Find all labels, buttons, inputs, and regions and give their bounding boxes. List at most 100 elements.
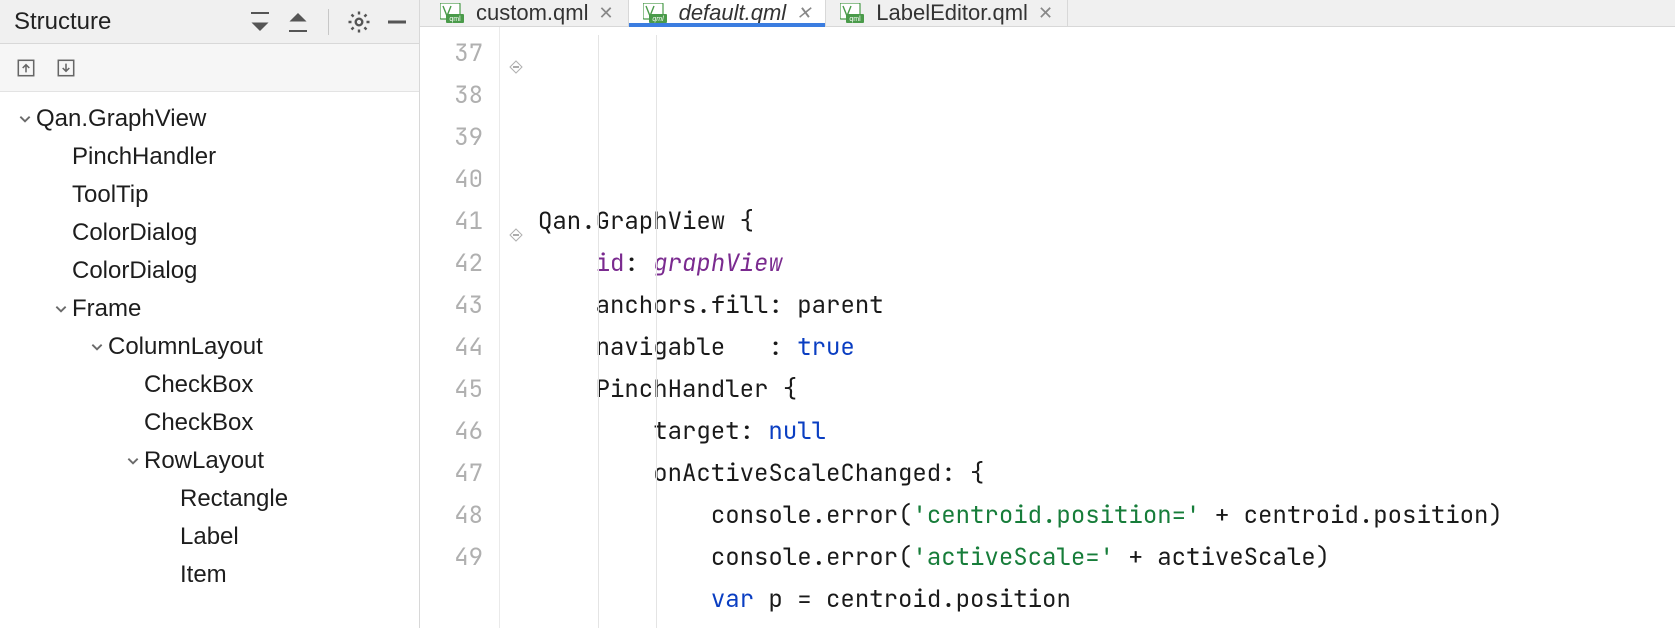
fold-open-icon[interactable]	[509, 46, 525, 62]
line-number: 38	[420, 75, 483, 117]
chevron-down-icon[interactable]	[122, 454, 144, 468]
fold-cell	[500, 495, 534, 537]
tree-item-label: RowLayout	[144, 447, 264, 475]
tree-item[interactable]: ColorDialog	[0, 214, 419, 252]
tree-item-label: Frame	[72, 295, 141, 323]
svg-text:qml: qml	[449, 16, 461, 23]
editor-tabbar: qml custom.qml ✕ qml default.qml ✕ qml LabelEdi…	[420, 0, 1675, 27]
structure-panel: Structure	[0, 0, 420, 628]
line-number: 44	[420, 327, 483, 369]
structure-header: Structure	[0, 0, 419, 44]
line-number: 42	[420, 243, 483, 285]
structure-tree[interactable]: Qan.GraphView PinchHandler ToolTip ColorDia…	[0, 92, 419, 628]
line-number: 43	[420, 285, 483, 327]
tree-item[interactable]: ToolTip	[0, 176, 419, 214]
chevron-down-icon[interactable]	[14, 112, 36, 126]
structure-subbar	[0, 44, 419, 92]
structure-title: Structure	[14, 8, 248, 36]
tree-item-label: Item	[180, 561, 227, 589]
tree-item-label: PinchHandler	[72, 143, 216, 171]
fold-cell[interactable]	[500, 33, 534, 75]
code-line[interactable]: Qan.GraphView {	[538, 201, 1675, 243]
qml-file-icon: qml	[840, 3, 866, 23]
minimize-icon[interactable]	[385, 10, 409, 34]
fold-cell	[500, 327, 534, 369]
tree-item[interactable]: CheckBox	[0, 366, 419, 404]
tree-item-label: Qan.GraphView	[36, 105, 206, 133]
editor-tab[interactable]: qml default.qml ✕	[629, 0, 827, 26]
fold-cell	[500, 411, 534, 453]
tree-item[interactable]: ColorDialog	[0, 252, 419, 290]
svg-text:qml: qml	[850, 16, 862, 23]
fold-column[interactable]	[500, 27, 534, 628]
tree-item[interactable]: Qan.GraphView	[0, 100, 419, 138]
code-line[interactable]: id: graphView	[538, 243, 1675, 285]
tree-item[interactable]: RowLayout	[0, 442, 419, 480]
code-line[interactable]: anchors.fill: parent	[538, 285, 1675, 327]
fold-cell	[500, 453, 534, 495]
fold-cell	[500, 537, 534, 579]
fold-cell[interactable]	[500, 201, 534, 243]
chevron-down-icon[interactable]	[86, 340, 108, 354]
tree-item[interactable]: ColumnLayout	[0, 328, 419, 366]
line-number: 48	[420, 495, 483, 537]
code-line[interactable]: onActiveScaleChanged: {	[538, 453, 1675, 495]
chevron-down-icon[interactable]	[50, 302, 72, 316]
structure-header-icons	[248, 9, 409, 35]
indent-guide	[656, 35, 657, 628]
line-number: 41	[420, 201, 483, 243]
collapse-bottom-icon[interactable]	[286, 10, 310, 34]
tree-item-label: ToolTip	[72, 181, 148, 209]
line-number: 47	[420, 453, 483, 495]
editor-area: qml custom.qml ✕ qml default.qml ✕ qml LabelEdi…	[420, 0, 1675, 628]
tree-item-label: Label	[180, 523, 239, 551]
editor-tab-label: default.qml	[679, 0, 787, 26]
svg-text:qml: qml	[652, 16, 664, 23]
qml-file-icon: qml	[643, 3, 669, 23]
tree-item-label: ColorDialog	[72, 257, 197, 285]
tree-item[interactable]: Item	[0, 556, 419, 594]
fold-cell	[500, 159, 534, 201]
scroll-to-source-icon[interactable]	[14, 56, 38, 80]
code-editor[interactable]: 37383940414243444546474849 Qan.GraphView…	[420, 27, 1675, 628]
fold-cell	[500, 117, 534, 159]
code-line[interactable]: console.error('centroid.position=' + cen…	[538, 495, 1675, 537]
tree-item-label: ColorDialog	[72, 219, 197, 247]
tree-item[interactable]: Label	[0, 518, 419, 556]
fold-open-icon[interactable]	[509, 214, 525, 230]
tree-item[interactable]: CheckBox	[0, 404, 419, 442]
line-number-gutter: 37383940414243444546474849	[420, 27, 500, 628]
close-icon[interactable]: ✕	[1038, 3, 1053, 24]
code-line[interactable]: console.error('activeScale=' + activeSca…	[538, 537, 1675, 579]
tree-item-label: CheckBox	[144, 409, 253, 437]
code-content[interactable]: Qan.GraphView { id: graphView anchors.fi…	[534, 27, 1675, 628]
scroll-from-source-icon[interactable]	[54, 56, 78, 80]
editor-tab[interactable]: qml LabelEditor.qml ✕	[826, 0, 1068, 26]
code-line[interactable]: navigable : true	[538, 327, 1675, 369]
tree-item-label: ColumnLayout	[108, 333, 263, 361]
fold-cell	[500, 75, 534, 117]
code-line[interactable]: var f = activeScale > 1.0 ? 1. : -1.	[538, 621, 1675, 628]
editor-tab-label: LabelEditor.qml	[876, 0, 1028, 26]
editor-tab-label: custom.qml	[476, 0, 588, 26]
close-icon[interactable]: ✕	[796, 3, 811, 24]
expand-top-icon[interactable]	[248, 10, 272, 34]
line-number: 45	[420, 369, 483, 411]
tree-item[interactable]: PinchHandler	[0, 138, 419, 176]
tree-item[interactable]: Frame	[0, 290, 419, 328]
code-line[interactable]: target: null	[538, 411, 1675, 453]
close-icon[interactable]: ✕	[598, 3, 613, 24]
qml-file-icon: qml	[440, 3, 466, 23]
gear-icon[interactable]	[347, 10, 371, 34]
fold-cell	[500, 243, 534, 285]
fold-cell	[500, 369, 534, 411]
line-number: 39	[420, 117, 483, 159]
line-number: 46	[420, 411, 483, 453]
tree-item-label: Rectangle	[180, 485, 288, 513]
tree-item[interactable]: Rectangle	[0, 480, 419, 518]
line-number: 40	[420, 159, 483, 201]
code-line[interactable]: var p = centroid.position	[538, 579, 1675, 621]
editor-tab[interactable]: qml custom.qml ✕	[426, 0, 629, 26]
separator	[328, 9, 329, 35]
code-line[interactable]: PinchHandler {	[538, 369, 1675, 411]
